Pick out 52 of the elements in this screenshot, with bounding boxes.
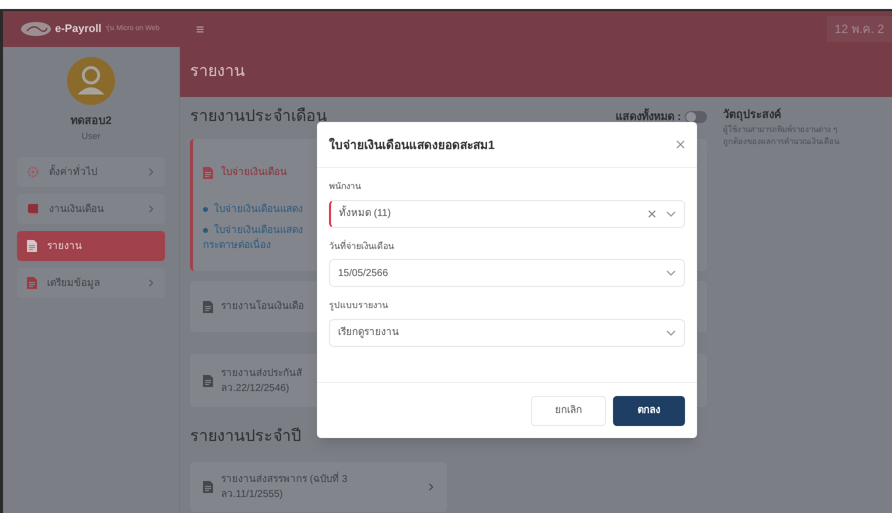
chevron-down-icon (666, 210, 676, 216)
document-icon (203, 374, 213, 386)
menu-button[interactable]: ≡ (196, 22, 204, 36)
select-field[interactable]: ทั้งหมด (11) (329, 200, 685, 228)
document-icon (203, 300, 213, 312)
document-icon (27, 277, 37, 289)
report-card[interactable]: รายงานส่งสรรพากร (ฉบับที่ 3 ลว.11/1/2555) (190, 462, 447, 512)
user-name: ทดสอบ2 (70, 114, 112, 129)
bullet-icon (203, 228, 208, 232)
app-name: e-Payroll (55, 22, 102, 37)
document-icon (27, 240, 37, 252)
select-field[interactable]: 15/05/2566 (329, 259, 685, 287)
date-badge: 12 พ.ค. 2 (826, 16, 892, 42)
chevron-down-icon (666, 330, 676, 336)
sidebar-item[interactable]: งานเงินเดือน (17, 194, 165, 224)
ok-button[interactable]: ตกลง (613, 396, 685, 426)
bullet-icon (203, 206, 208, 212)
report-title: ใบจ่ายเงินเดือน (221, 165, 287, 180)
section-heading: รายงานประจำเดือน (190, 106, 327, 127)
book-icon (27, 203, 39, 215)
report-link[interactable]: กระดาษต่อเนื่อง (203, 238, 271, 252)
select-field[interactable]: เรียกดูรายงาน (329, 318, 685, 346)
page-title: รายงาน (190, 62, 245, 82)
report-title: รายงานส่งสรรพากร (ฉบับที่ 3 (221, 472, 419, 487)
document-icon (203, 481, 213, 493)
field-label: วันที่จ่ายเงินเดือน (329, 240, 395, 252)
field-label: รูปแบบรายงาน (329, 299, 389, 312)
sidebar-item[interactable]: รายงาน (17, 231, 165, 261)
purpose-heading: วัตถุประสงค์ (723, 107, 782, 124)
sidebar-item[interactable]: ตั้งค่าทั่วไป (17, 157, 165, 187)
chevron-right-icon (427, 482, 435, 492)
gear-icon (27, 166, 39, 178)
document-icon (203, 166, 213, 178)
sidebar-item[interactable]: เตรียมข้อมูล (17, 268, 165, 298)
section-heading: รายงานประจำปี (190, 426, 301, 447)
report-subtitle: ลว.22/12/2546) (221, 382, 290, 396)
report-title: รายงานโอนเงินเดือ (221, 299, 304, 314)
close-button[interactable] (676, 140, 685, 149)
report-link[interactable]: ใบจ่ายเงินเดือนแสดง (214, 222, 303, 238)
field-label: พนักงาน (329, 180, 362, 193)
report-title: รายงานส่งประกันสั (221, 366, 302, 380)
toggle-label: แสดงทั้งหมด : (615, 108, 681, 126)
report-subtitle: ลว.11/1/2555) (221, 488, 284, 502)
logo-icon (21, 22, 51, 36)
clear-icon[interactable] (648, 210, 656, 218)
dialog-title: ใบจ่ายเงินเดือนแสดงยอดสะสม1 (329, 136, 495, 154)
chevron-down-icon (666, 270, 676, 276)
cancel-button[interactable]: ยกเลิก (531, 396, 606, 426)
close-icon (676, 140, 685, 149)
report-link[interactable]: ใบจ่ายเงินเดือนแสดง (214, 202, 303, 216)
avatar-icon (67, 57, 115, 105)
show-all-toggle[interactable] (685, 111, 707, 123)
